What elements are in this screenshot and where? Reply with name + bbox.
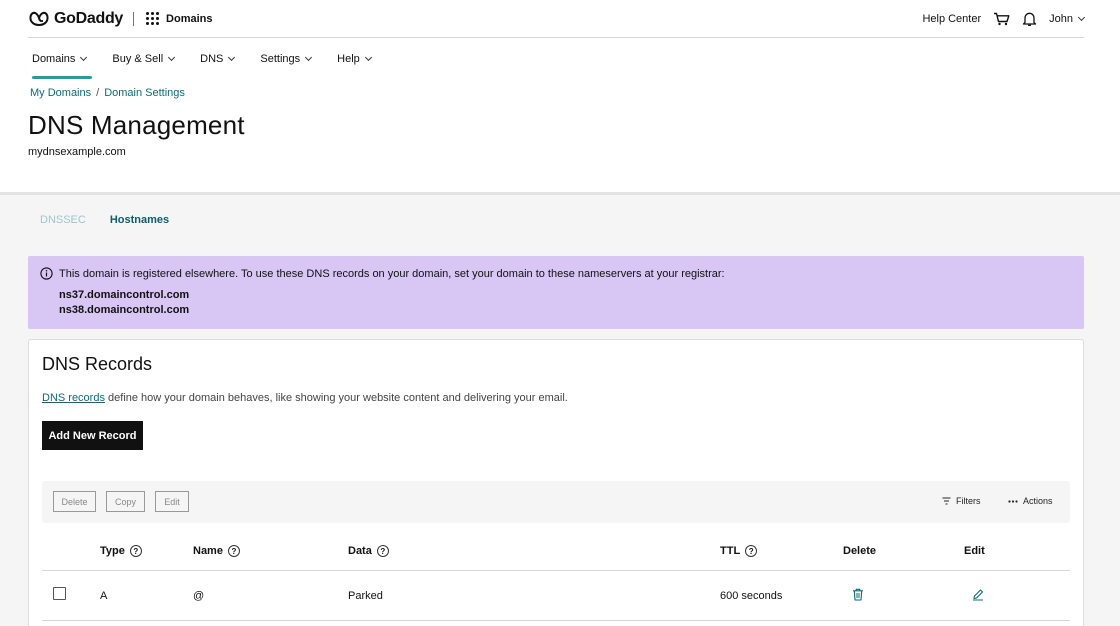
chevron-down-icon (80, 53, 88, 61)
breadcrumb-domain-settings[interactable]: Domain Settings (104, 87, 185, 99)
main-nav: Domains Buy & Sell DNS Settings Help (32, 52, 397, 79)
nav-buy-sell-label: Buy & Sell (112, 53, 164, 65)
column-data[interactable]: Data? (348, 545, 389, 557)
chevron-down-icon (1077, 13, 1086, 21)
top-header: GoDaddy Domains Help Center John (28, 0, 1086, 38)
help-circle-icon[interactable]: ? (745, 545, 758, 557)
column-delete: Delete (843, 545, 877, 557)
dns-records-link[interactable]: DNS records (42, 392, 105, 404)
nav-help-label: Help (337, 53, 360, 65)
column-edit: Edit (964, 545, 985, 557)
column-data-label: Data (348, 545, 372, 557)
nav-help[interactable]: Help (337, 52, 372, 66)
delete-button[interactable]: Delete (53, 491, 96, 512)
breadcrumb-my-domains[interactable]: My Domains (30, 87, 91, 99)
column-type-label: Type (100, 545, 125, 557)
page-title: DNS Management (28, 110, 245, 140)
header-actions: Help Center John (922, 11, 1086, 27)
record-ttl: 600 seconds (720, 590, 783, 602)
edit-button[interactable]: Edit (155, 491, 189, 512)
tab-dnssec[interactable]: DNSSEC (40, 214, 86, 226)
copy-button[interactable]: Copy (106, 491, 145, 512)
dns-records-title: DNS Records (42, 354, 153, 374)
nameserver-2: ns38.domaincontrol.com (59, 304, 190, 316)
actions-label: Actions (1023, 496, 1053, 506)
dns-tabs: DNSSEC Hostnames (40, 214, 169, 226)
brand-name: GoDaddy (54, 9, 124, 27)
user-name: John (1049, 12, 1073, 25)
help-circle-icon[interactable]: ? (376, 545, 389, 557)
nav-dns-label: DNS (200, 53, 224, 65)
nav-settings[interactable]: Settings (260, 52, 313, 66)
trash-icon[interactable] (852, 588, 864, 604)
notice-message: This domain is registered elsewhere. To … (59, 267, 725, 280)
nav-domains-label: Domains (32, 53, 76, 65)
table-row: A @ Parked 600 seconds (42, 571, 1070, 621)
add-new-record-button[interactable]: Add New Record (42, 421, 143, 450)
godaddy-logo-icon (29, 11, 49, 26)
dns-records-card: DNS Records DNS records define how your … (28, 339, 1084, 626)
chevron-down-icon (168, 53, 176, 61)
filter-icon (942, 497, 951, 505)
row-select-checkbox[interactable] (53, 587, 66, 600)
nav-domains[interactable]: Domains (32, 52, 93, 79)
chevron-down-icon (228, 53, 236, 61)
godaddy-logo[interactable]: GoDaddy (28, 10, 123, 28)
column-name-label: Name (193, 545, 223, 557)
help-center-link[interactable]: Help Center (922, 13, 981, 25)
pencil-edit-icon[interactable] (972, 588, 984, 604)
tab-hostnames[interactable]: Hostnames (110, 214, 169, 226)
records-toolbar: Delete Copy Edit Filters Actions (42, 481, 1070, 523)
breadcrumb-separator: / (96, 87, 100, 99)
column-type[interactable]: Type? (100, 545, 142, 557)
record-name: @ (193, 590, 205, 602)
help-circle-icon[interactable]: ? (227, 545, 240, 557)
notification-bell-icon[interactable] (1022, 11, 1037, 27)
nameserver-notice: This domain is registered elsewhere. To … (28, 256, 1084, 329)
actions-button[interactable]: Actions (1008, 496, 1053, 506)
records-table-header: Type? Name? Data? TTL? Delete Edit (42, 543, 1070, 571)
dns-records-description: DNS records define how your domain behav… (42, 392, 568, 404)
chevron-down-icon (305, 53, 313, 61)
header-divider (133, 11, 135, 26)
filters-label: Filters (956, 496, 981, 506)
nav-dns[interactable]: DNS (200, 52, 236, 66)
cart-icon[interactable] (993, 12, 1010, 26)
filters-button[interactable]: Filters (942, 496, 981, 506)
nav-buy-sell[interactable]: Buy & Sell (112, 52, 176, 66)
dns-records-desc-text: define how your domain behaves, like sho… (104, 392, 568, 404)
column-name[interactable]: Name? (193, 545, 240, 557)
more-dots-icon (1008, 499, 1018, 503)
nameserver-1: ns37.domaincontrol.com (59, 289, 190, 301)
nav-settings-label: Settings (260, 53, 301, 65)
record-type: A (100, 590, 108, 602)
app-name[interactable]: Domains (166, 13, 212, 25)
column-ttl-label: TTL (720, 545, 741, 557)
help-circle-icon[interactable]: ? (129, 545, 142, 557)
column-ttl[interactable]: TTL? (720, 545, 758, 557)
breadcrumb: My Domains / Domain Settings (30, 87, 185, 99)
chevron-down-icon (364, 53, 372, 61)
info-icon (40, 267, 53, 280)
apps-grid-icon[interactable] (146, 12, 160, 25)
record-data: Parked (348, 590, 383, 602)
domain-name: mydnsexample.com (28, 146, 126, 158)
user-menu[interactable]: John (1049, 12, 1086, 25)
